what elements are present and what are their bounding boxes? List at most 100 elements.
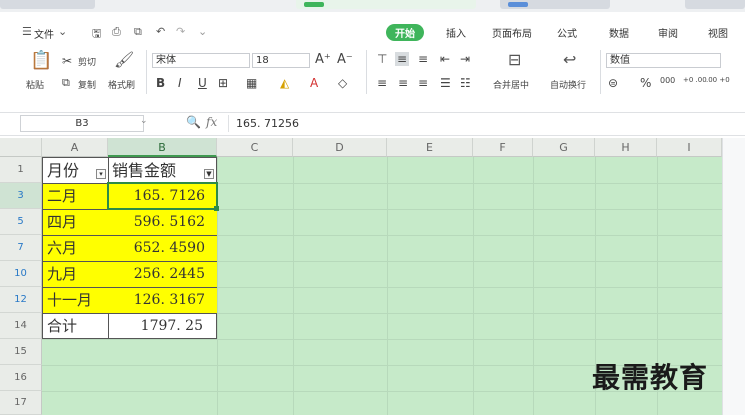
scissors-icon[interactable]: ✂ bbox=[62, 54, 72, 68]
align-right-icon[interactable]: ≡ bbox=[418, 76, 428, 90]
font-size-select[interactable]: 18 bbox=[252, 53, 310, 68]
indent-right-icon[interactable]: ⇥ bbox=[460, 52, 470, 66]
row-header-10[interactable]: 10 bbox=[0, 261, 42, 287]
row-header-5[interactable]: 5 bbox=[0, 209, 42, 235]
font-name-select[interactable]: 宋体 bbox=[152, 53, 250, 68]
column-header-f[interactable]: F bbox=[473, 138, 533, 157]
paste-button[interactable]: 粘贴 bbox=[26, 78, 44, 91]
print-icon[interactable]: ⎙ bbox=[112, 25, 121, 39]
undo-icon[interactable]: ↶ bbox=[156, 25, 165, 38]
column-header-a[interactable]: A bbox=[42, 138, 108, 157]
row-header-14[interactable]: 14 bbox=[0, 313, 42, 339]
fx-icon[interactable]: fx bbox=[206, 115, 217, 129]
window-tab[interactable] bbox=[500, 0, 610, 9]
cell-b10[interactable]: 256. 2445 bbox=[108, 262, 217, 287]
cell-b14[interactable]: 1797. 25 bbox=[108, 314, 217, 339]
cell-b7[interactable]: 652. 4590 bbox=[108, 236, 217, 261]
filter-dropdown-icon[interactable]: ▾ bbox=[96, 169, 106, 179]
cell-a14[interactable]: 合计 bbox=[43, 314, 108, 339]
decrease-decimal-button[interactable]: .00 +0 bbox=[706, 76, 730, 84]
cell-a3[interactable]: 二月 bbox=[43, 184, 108, 209]
cell-a10[interactable]: 九月 bbox=[43, 262, 108, 287]
quick-access-dropdown-icon[interactable]: ⌄ bbox=[198, 25, 207, 38]
copy-button[interactable]: 复制 bbox=[78, 78, 96, 91]
format-painter-button[interactable]: 格式刷 bbox=[108, 78, 135, 91]
bold-icon[interactable]: B bbox=[156, 76, 165, 90]
window-tab[interactable] bbox=[0, 0, 95, 9]
cell-style-icon[interactable]: ▦ bbox=[246, 76, 257, 90]
thousands-button[interactable]: 000 bbox=[660, 76, 675, 85]
tab-view[interactable]: 视图 bbox=[708, 25, 728, 40]
merge-center-icon[interactable]: ⊟ bbox=[508, 50, 521, 69]
fill-color-icon[interactable]: ◭ bbox=[280, 76, 289, 90]
tab-page-layout[interactable]: 页面布局 bbox=[492, 25, 532, 40]
column-header-b[interactable]: B bbox=[108, 138, 217, 157]
align-middle-icon[interactable]: ≡ bbox=[395, 52, 410, 66]
vertical-scrollbar[interactable] bbox=[722, 138, 745, 415]
row-header-7[interactable]: 7 bbox=[0, 235, 42, 261]
percent-button[interactable]: % bbox=[640, 76, 651, 90]
row-header-3[interactable]: 3 bbox=[0, 183, 42, 209]
decrease-font-icon[interactable]: A⁻ bbox=[337, 52, 353, 67]
tab-formulas[interactable]: 公式 bbox=[557, 25, 577, 40]
redo-icon[interactable]: ↷ bbox=[176, 25, 185, 38]
column-header-c[interactable]: C bbox=[217, 138, 293, 157]
cut-button[interactable]: 剪切 bbox=[78, 55, 96, 68]
chevron-down-icon[interactable]: ⌄ bbox=[58, 25, 67, 38]
indent-left-icon[interactable]: ⇤ bbox=[440, 52, 450, 66]
cell-a5[interactable]: 四月 bbox=[43, 210, 108, 235]
copy-icon[interactable]: ⧉ bbox=[62, 76, 70, 90]
zoom-icon[interactable]: 🔍 bbox=[186, 115, 201, 129]
tab-review[interactable]: 审阅 bbox=[658, 25, 678, 40]
window-tab-active[interactable] bbox=[296, 0, 476, 9]
row-header-15[interactable]: 15 bbox=[0, 339, 42, 365]
row-header-1[interactable]: 1 bbox=[0, 157, 42, 183]
file-menu[interactable]: 文件 bbox=[34, 26, 54, 41]
column-header-g[interactable]: G bbox=[533, 138, 595, 157]
cell-b1[interactable]: 销售金额 bbox=[110, 158, 210, 183]
number-format-select[interactable]: 数值 bbox=[606, 53, 721, 68]
tab-data[interactable]: 数据 bbox=[609, 25, 629, 40]
wrap-text-button[interactable]: 自动换行 bbox=[550, 78, 586, 91]
wrap-text-icon[interactable]: ↩ bbox=[563, 50, 576, 69]
column-header-i[interactable]: I bbox=[657, 138, 722, 157]
column-header-d[interactable]: D bbox=[293, 138, 387, 157]
currency-icon[interactable]: ⊜ bbox=[608, 76, 618, 90]
window-tab[interactable] bbox=[685, 0, 745, 9]
print-preview-icon[interactable]: ⧉ bbox=[134, 25, 142, 39]
formula-input[interactable]: 165. 71256 bbox=[228, 115, 745, 132]
clear-icon[interactable]: ◇ bbox=[338, 76, 347, 90]
cell-a7[interactable]: 六月 bbox=[43, 236, 108, 261]
underline-icon[interactable]: U bbox=[198, 76, 207, 90]
hamburger-icon[interactable]: ☰ bbox=[22, 25, 32, 38]
paste-icon[interactable]: 📋 bbox=[30, 50, 52, 71]
tab-insert[interactable]: 插入 bbox=[446, 25, 466, 40]
italic-icon[interactable]: I bbox=[178, 76, 182, 90]
fill-handle[interactable] bbox=[214, 206, 219, 211]
align-left-icon[interactable]: ≡ bbox=[377, 76, 387, 90]
align-center-icon[interactable]: ≡ bbox=[398, 76, 408, 90]
font-color-icon[interactable]: A bbox=[310, 76, 318, 90]
save-icon[interactable]: 🖫 bbox=[92, 25, 101, 44]
name-box-dropdown-icon[interactable]: ⌄ bbox=[140, 116, 148, 126]
cell-a12[interactable]: 十一月 bbox=[43, 288, 108, 313]
name-box[interactable]: B3 bbox=[20, 115, 144, 132]
align-bottom-icon[interactable]: ≡ bbox=[418, 52, 428, 66]
column-header-e[interactable]: E bbox=[387, 138, 473, 157]
filter-active-icon[interactable]: ▼ bbox=[204, 169, 214, 179]
cell-b12[interactable]: 126. 3167 bbox=[108, 288, 217, 313]
align-top-icon[interactable]: ⊤ bbox=[377, 52, 387, 66]
justify-icon[interactable]: ☰ bbox=[440, 76, 451, 90]
format-painter-icon[interactable]: 🖌 bbox=[114, 50, 134, 69]
increase-decimal-button[interactable]: +0 .00 bbox=[683, 76, 707, 84]
tab-start[interactable]: 开始 bbox=[386, 24, 424, 41]
distributed-icon[interactable]: ☷ bbox=[460, 76, 471, 90]
select-all-corner[interactable] bbox=[0, 138, 42, 157]
cell-b5[interactable]: 596. 5162 bbox=[108, 210, 217, 235]
border-icon[interactable]: ⊞ bbox=[218, 76, 228, 90]
column-header-h[interactable]: H bbox=[595, 138, 657, 157]
increase-font-icon[interactable]: A⁺ bbox=[315, 52, 331, 67]
merge-center-button[interactable]: 合并居中 bbox=[493, 78, 529, 91]
row-header-12[interactable]: 12 bbox=[0, 287, 42, 313]
row-header-17[interactable]: 17 bbox=[0, 391, 42, 415]
